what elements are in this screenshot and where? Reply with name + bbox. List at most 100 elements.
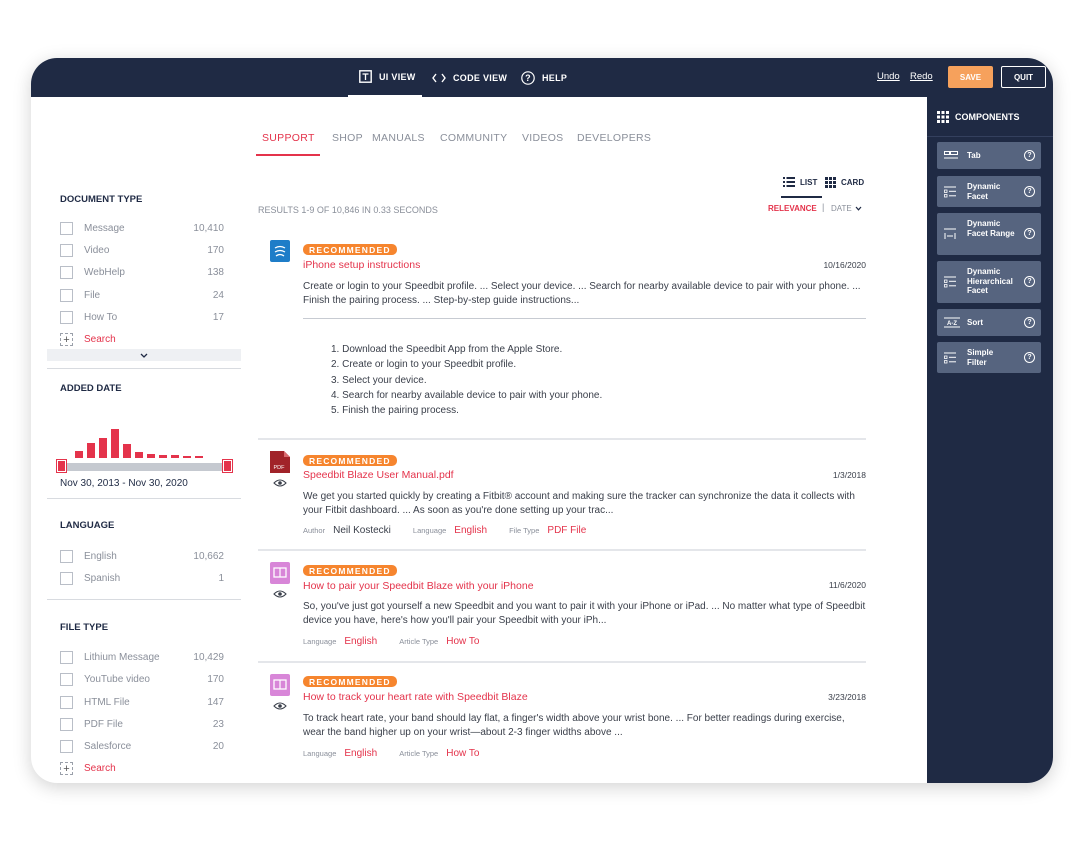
- tab-code-view-label: CODE VIEW: [453, 72, 508, 83]
- facet-value[interactable]: English 10,662: [60, 549, 224, 563]
- result-meta: Author Neil Kostecki Language English File…: [303, 525, 587, 536]
- checkbox[interactable]: [60, 650, 73, 664]
- grid-icon: [825, 177, 836, 188]
- checkbox[interactable]: [60, 265, 73, 279]
- facet-value[interactable]: WebHelp 138: [60, 265, 224, 279]
- facet-title-added-date: ADDED DATE: [60, 383, 122, 394]
- checkbox[interactable]: [60, 288, 73, 302]
- facet-value[interactable]: Lithium Message 10,429: [60, 650, 224, 664]
- tab-help[interactable]: ? HELP: [521, 58, 567, 97]
- result-steps: 1. Download the Speedbit App from the Ap…: [331, 344, 603, 417]
- facet-icon: [944, 186, 956, 198]
- checkbox[interactable]: [60, 717, 73, 731]
- sort-date[interactable]: DATE: [831, 204, 862, 213]
- result-title[interactable]: iPhone setup instructions: [303, 259, 420, 271]
- checkbox[interactable]: [60, 571, 73, 585]
- tab-icon: [944, 151, 958, 159]
- nav-tab-community[interactable]: COMMUNITY: [440, 132, 507, 144]
- component-tab[interactable]: Tab ?: [937, 142, 1041, 169]
- facet-expand-toggle[interactable]: [47, 349, 241, 361]
- quit-button[interactable]: QUIT: [1001, 66, 1046, 88]
- sort-separator: |: [822, 202, 825, 212]
- recommended-badge: RECOMMENDED: [303, 676, 397, 687]
- facet-value[interactable]: Video 170: [60, 243, 224, 257]
- help-icon[interactable]: ?: [1024, 276, 1035, 287]
- component-dynamic-facet-range[interactable]: Dynamic Facet Range ?: [937, 213, 1041, 255]
- nav-tab-developers[interactable]: DEVELOPERS: [577, 132, 651, 144]
- checkbox[interactable]: [60, 310, 73, 324]
- eye-icon[interactable]: [273, 701, 287, 711]
- tab-help-label: HELP: [542, 72, 568, 83]
- components-header: COMPONENTS: [937, 111, 1020, 123]
- code-icon: [432, 73, 446, 82]
- checkbox[interactable]: [60, 549, 73, 563]
- facet-value[interactable]: Salesforce 20: [60, 739, 224, 753]
- facet-value[interactable]: HTML File 147: [60, 695, 224, 709]
- facet-range-icon: [944, 228, 956, 239]
- redo-link[interactable]: Redo: [910, 71, 933, 82]
- facet-value[interactable]: Spanish 1: [60, 571, 224, 585]
- facet-divider: [47, 498, 241, 499]
- facet-search-document-type[interactable]: + Search: [60, 333, 116, 346]
- facet-search-file-type[interactable]: + Search: [60, 762, 116, 775]
- result-meta: Language English Article Type How To: [303, 748, 480, 759]
- result-divider: [258, 438, 866, 440]
- nav-tab-manuals[interactable]: MANUALS: [372, 132, 425, 144]
- article-icon: [270, 562, 290, 584]
- histogram-bar: [183, 456, 191, 458]
- result-title[interactable]: How to track your heart rate with Speedb…: [303, 691, 528, 703]
- facet-value[interactable]: YouTube video 170: [60, 672, 224, 686]
- histogram-bar: [135, 451, 143, 458]
- checkbox[interactable]: [60, 739, 73, 753]
- svg-text:A-Z: A-Z: [947, 321, 957, 327]
- view-list-button[interactable]: LIST: [783, 177, 817, 187]
- nav-tab-shop[interactable]: SHOP: [332, 132, 363, 144]
- checkbox[interactable]: [60, 243, 73, 257]
- facet-value[interactable]: PDF File 23: [60, 717, 224, 731]
- facet-value[interactable]: File 24: [60, 288, 224, 302]
- result-date: 3/23/2018: [828, 692, 866, 702]
- result-title[interactable]: Speedbit Blaze User Manual.pdf: [303, 469, 454, 481]
- checkbox[interactable]: [60, 221, 73, 235]
- result-excerpt: So, you've just got yourself a new Speed…: [303, 601, 866, 626]
- view-card-button[interactable]: CARD: [825, 177, 864, 188]
- nav-tab-videos[interactable]: VIDEOS: [522, 132, 563, 144]
- date-range-label: Nov 30, 2013 - Nov 30, 2020: [60, 478, 188, 489]
- component-dynamic-hierarchical-facet[interactable]: Dynamic Hierarchical Facet ?: [937, 261, 1041, 303]
- recommended-badge: RECOMMENDED: [303, 244, 397, 255]
- view-toggle-indicator: [781, 196, 822, 198]
- help-icon: ?: [521, 70, 535, 85]
- component-simple-filter[interactable]: Simple Filter ?: [937, 342, 1041, 373]
- result-meta: Language English Article Type How To: [303, 636, 480, 647]
- slider-handle-end[interactable]: [222, 459, 233, 473]
- facet-divider: [47, 599, 241, 600]
- nav-tab-support[interactable]: SUPPORT: [262, 132, 315, 144]
- date-range-slider[interactable]: [59, 463, 229, 471]
- facet-value[interactable]: Message 10,410: [60, 221, 224, 235]
- webhelp-icon: [270, 240, 290, 262]
- checkbox[interactable]: [60, 672, 73, 686]
- help-icon[interactable]: ?: [1024, 317, 1035, 328]
- facet-value[interactable]: How To 17: [60, 310, 224, 324]
- eye-icon[interactable]: [273, 478, 287, 488]
- undo-link[interactable]: Undo: [877, 71, 900, 82]
- result-divider: [258, 661, 866, 663]
- checkbox[interactable]: [60, 695, 73, 709]
- component-sort[interactable]: A-Z Sort ?: [937, 309, 1041, 336]
- result-title[interactable]: How to pair your Speedbit Blaze with you…: [303, 580, 534, 592]
- help-icon[interactable]: ?: [1024, 352, 1035, 363]
- eye-icon[interactable]: [273, 589, 287, 599]
- histogram-bar: [75, 450, 83, 458]
- sort-relevance[interactable]: RELEVANCE: [768, 204, 817, 213]
- facet-divider: [47, 368, 241, 369]
- component-dynamic-facet[interactable]: Dynamic Facet ?: [937, 176, 1041, 207]
- slider-handle-start[interactable]: [56, 459, 67, 473]
- save-button[interactable]: SAVE: [948, 66, 993, 88]
- help-icon[interactable]: ?: [1024, 186, 1035, 197]
- help-icon[interactable]: ?: [1024, 150, 1035, 161]
- help-icon[interactable]: ?: [1024, 228, 1035, 239]
- top-bar: UI VIEW CODE VIEW ? HELP Undo Redo SAVE …: [31, 58, 1053, 97]
- tab-code-view[interactable]: CODE VIEW: [432, 58, 507, 97]
- histogram-bar: [147, 454, 155, 458]
- tab-ui-view[interactable]: UI VIEW: [348, 58, 422, 97]
